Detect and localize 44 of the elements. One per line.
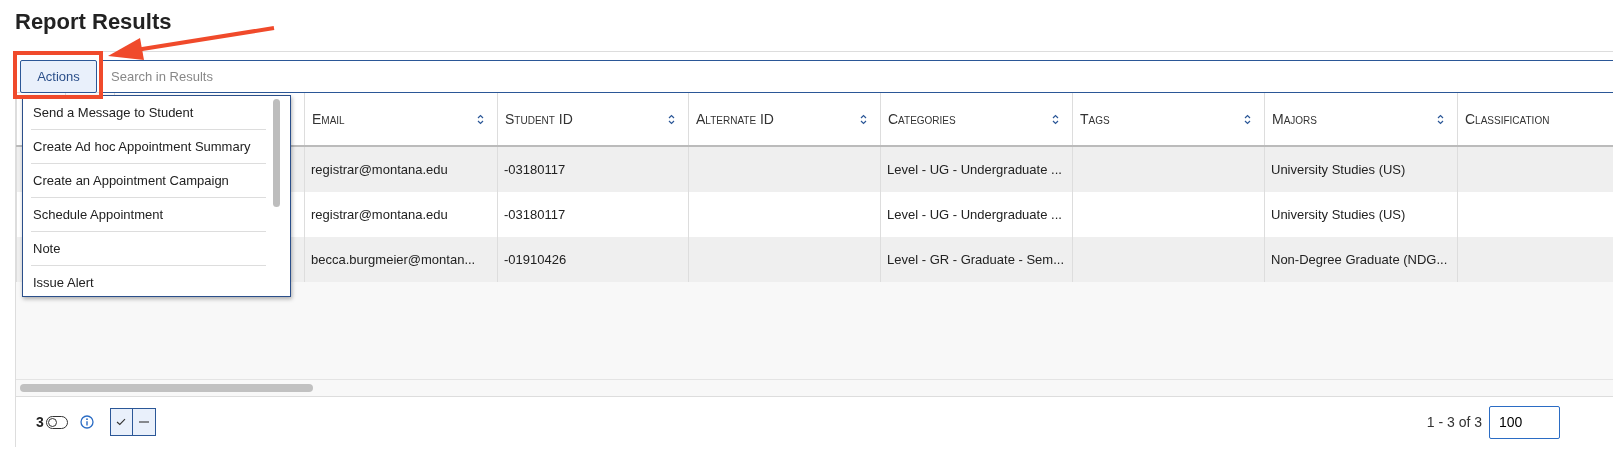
table-cell: -03180117 bbox=[504, 162, 566, 177]
table-cell: becca.burgmeier@montan... bbox=[311, 252, 476, 267]
info-icon[interactable] bbox=[79, 415, 94, 429]
sort-icon[interactable] bbox=[477, 113, 484, 125]
check-icon bbox=[116, 418, 127, 426]
table-cell: Level - GR - Graduate - Sem... bbox=[887, 252, 1064, 267]
sort-icon[interactable] bbox=[1437, 113, 1444, 125]
menu-item[interactable]: Schedule Appointment bbox=[31, 198, 266, 232]
table-cell: -03180117 bbox=[504, 207, 566, 222]
column-header[interactable]: Majors bbox=[1264, 93, 1457, 145]
column-header[interactable]: Tags bbox=[1072, 93, 1264, 145]
page-title: Report Results bbox=[14, 8, 173, 36]
column-header[interactable]: Email bbox=[304, 93, 497, 145]
column-header[interactable]: Alternate ID bbox=[688, 93, 880, 145]
select-all-button[interactable] bbox=[109, 408, 133, 436]
table-cell: Level - UG - Undergraduate ... bbox=[887, 162, 1062, 177]
menu-scrollbar[interactable] bbox=[273, 99, 280, 207]
table-cell: registrar@montana.edu bbox=[311, 162, 448, 177]
sort-icon[interactable] bbox=[860, 113, 867, 125]
search-field[interactable]: Search in Results bbox=[102, 60, 1613, 93]
pagination-text: 1 - 3 of 3 bbox=[1426, 414, 1482, 430]
menu-item[interactable]: Issue Alert bbox=[31, 266, 266, 296]
column-header[interactable]: Classification bbox=[1457, 93, 1613, 145]
menu-item[interactable]: Note bbox=[31, 232, 266, 266]
table-cell: University Studies (US) bbox=[1271, 207, 1406, 222]
minus-icon bbox=[138, 421, 149, 423]
sort-icon[interactable] bbox=[1244, 113, 1251, 125]
sort-icon[interactable] bbox=[1052, 113, 1059, 125]
scrollbar-thumb[interactable] bbox=[20, 384, 313, 392]
selected-count: 3 bbox=[36, 414, 44, 430]
table-cell: Level - UG - Undergraduate ... bbox=[887, 207, 1062, 222]
sort-icon[interactable] bbox=[668, 113, 675, 125]
column-header[interactable]: Categories bbox=[880, 93, 1072, 145]
table-cell: University Studies (US) bbox=[1271, 162, 1406, 177]
table-cell: -01910426 bbox=[504, 252, 567, 267]
page-size-field[interactable]: 100 bbox=[1489, 405, 1560, 439]
deselect-button[interactable] bbox=[132, 408, 156, 436]
column-header[interactable]: Student ID bbox=[497, 93, 688, 145]
menu-item[interactable]: Create Ad hoc Appointment Summary bbox=[31, 130, 266, 164]
table-cell: Non-Degree Graduate (NDG... bbox=[1271, 252, 1448, 267]
menu-item[interactable]: Create an Appointment Campaign bbox=[31, 164, 266, 198]
menu-item[interactable]: Send a Message to Student bbox=[31, 96, 266, 130]
actions-button[interactable]: Actions bbox=[20, 60, 97, 93]
table-cell: registrar@montana.edu bbox=[311, 207, 448, 222]
